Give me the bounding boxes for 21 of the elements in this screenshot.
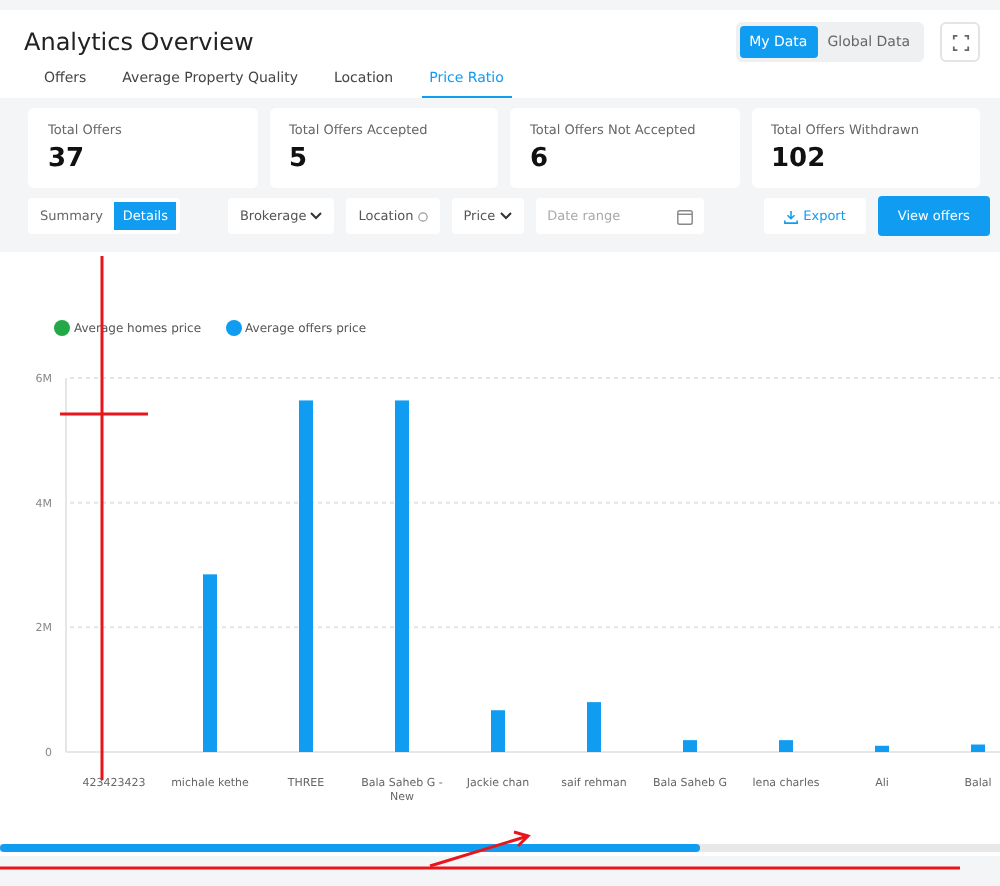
bar [587, 702, 601, 752]
chevron-icon [499, 212, 512, 220]
annotation-arrow [429, 830, 531, 868]
expand-button[interactable] [940, 22, 980, 62]
fullscreen-icon [951, 33, 969, 51]
info-icon [417, 211, 428, 221]
stat-value: 6 [530, 144, 551, 174]
page-title: Analytics Overview [24, 28, 254, 56]
stat-value: 5 [289, 144, 310, 174]
stat-value: 102 [771, 144, 828, 174]
stat-value: 37 [48, 144, 87, 174]
scrollbar-thumb[interactable] [0, 844, 700, 852]
scrollbar[interactable] [0, 844, 1000, 852]
calendar-icon [675, 207, 694, 225]
bar [875, 745, 889, 752]
bar [491, 710, 505, 752]
download-icon [783, 209, 798, 223]
chevron-icon [310, 212, 323, 220]
bar [683, 740, 697, 752]
bar [779, 740, 793, 752]
bar [971, 744, 985, 752]
